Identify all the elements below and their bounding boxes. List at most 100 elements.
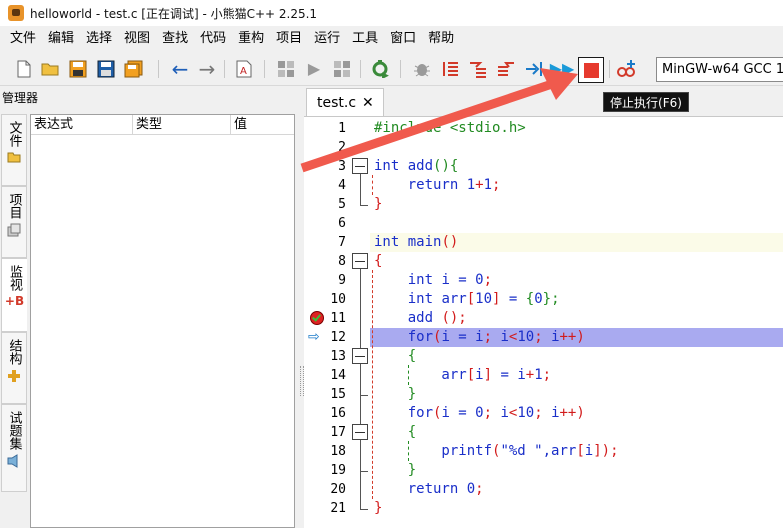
save-all-icon[interactable] [124, 59, 144, 79]
code-line[interactable]: int arr[10] = {0}; [370, 290, 783, 309]
code-line[interactable]: int add(){ [370, 157, 783, 176]
code-token: int [374, 158, 400, 174]
code-line[interactable] [370, 138, 783, 157]
menu-project[interactable]: 项目 [270, 26, 308, 52]
new-file-icon[interactable] [14, 59, 34, 79]
code-line[interactable]: { [370, 252, 783, 271]
code-line[interactable]: { [370, 347, 783, 366]
menu-file[interactable]: 文件 [4, 26, 42, 52]
tab-files[interactable]: 文件 [1, 114, 27, 186]
run-icon[interactable]: ▶ [304, 59, 324, 79]
rebuild-icon[interactable]: ▶ [370, 59, 390, 79]
code-token: i [542, 329, 560, 345]
save-as-icon[interactable] [96, 59, 116, 79]
fold-toggle[interactable] [352, 253, 368, 269]
fold-guide [360, 364, 361, 395]
compiler-select[interactable]: MinGW-w64 GCC 1 [656, 57, 783, 82]
code-editor[interactable]: 1 2 3 4 5 6 7 8 9 10 11 12 13 14 15 16 17 18 19 20 21 ⇨ #incl… [304, 116, 783, 528]
code-token: 0 [458, 481, 476, 497]
tab-watch-label: 监视 [7, 265, 22, 291]
code-token: #include <stdio.h> [374, 120, 526, 136]
menu-edit[interactable]: 编辑 [42, 26, 80, 52]
code-line[interactable]: for(i = i; i<10; i++) [370, 328, 783, 347]
code-line[interactable]: } [370, 461, 783, 480]
menu-tools[interactable]: 工具 [346, 26, 384, 52]
tab-project[interactable]: 项目 [1, 186, 27, 258]
fold-toggle[interactable] [352, 348, 368, 364]
code-line[interactable]: for(i = 0; i<10; i++) [370, 404, 783, 423]
code-line[interactable]: { [370, 423, 783, 442]
code-token: ; [483, 405, 493, 421]
step-out-icon[interactable] [496, 59, 516, 79]
code-line[interactable]: add (); [370, 309, 783, 328]
col-type[interactable]: 类型 [133, 115, 231, 134]
code-line[interactable]: #include <stdio.h> [370, 119, 783, 138]
code-line[interactable]: int i = 0; [370, 271, 783, 290]
continue-icon[interactable]: ▶▶ [550, 59, 575, 79]
code-token: ] [593, 443, 602, 459]
editor-gutter[interactable]: 1 2 3 4 5 6 7 8 9 10 11 12 13 14 15 16 17 18 19 20 21 ⇨ [304, 117, 370, 528]
tab-problem-set[interactable]: 试题集 [1, 404, 27, 492]
code-line[interactable]: printf("%d ",arr[i]); [370, 442, 783, 461]
code-line[interactable]: int main() [370, 233, 783, 252]
code-token: "%d " [500, 443, 543, 459]
code-line[interactable] [370, 214, 783, 233]
open-folder-icon[interactable] [40, 59, 60, 79]
add-watch-icon[interactable] [616, 59, 636, 79]
compile-icon[interactable] [276, 59, 296, 79]
code-line[interactable]: return 0; [370, 480, 783, 499]
compile-run-icon[interactable] [332, 59, 352, 79]
menu-refactor[interactable]: 重构 [232, 26, 270, 52]
menu-select[interactable]: 选择 [80, 26, 118, 52]
code-token: [ [466, 291, 476, 307]
menu-help[interactable]: 帮助 [422, 26, 460, 52]
col-expression[interactable]: 表达式 [31, 115, 133, 134]
debug-icon[interactable] [412, 59, 432, 79]
menu-view[interactable]: 视图 [118, 26, 156, 52]
code-format-icon[interactable]: A [234, 59, 254, 79]
step-over-icon[interactable] [440, 59, 460, 79]
code-line[interactable]: arr[i] = i+1; [370, 366, 783, 385]
code-line[interactable]: } [370, 499, 783, 518]
stop-button[interactable] [578, 57, 604, 83]
line-number: 19 [330, 463, 346, 478]
menu-run[interactable]: 运行 [308, 26, 346, 52]
code-line[interactable]: } [370, 195, 783, 214]
editor-tab[interactable]: test.c ✕ [306, 88, 384, 116]
col-value[interactable]: 值 [231, 115, 294, 134]
tab-structure[interactable]: 结构 [1, 332, 27, 404]
watch-table[interactable]: 表达式 类型 值 [30, 114, 295, 528]
breakpoint-icon[interactable] [310, 311, 324, 325]
code-token: i [492, 329, 509, 345]
tab-watch[interactable]: 监视 +B [1, 258, 27, 332]
line-number: 3 [338, 159, 346, 174]
menu-search[interactable]: 查找 [156, 26, 194, 52]
line-number: 20 [330, 482, 346, 497]
back-arrow-icon[interactable]: ← [170, 59, 190, 79]
line-number: 15 [330, 387, 346, 402]
side-tabs: 文件 项目 监视 +B 结构 试题集 [0, 108, 28, 528]
code-line[interactable]: } [370, 385, 783, 404]
fold-toggle[interactable] [352, 424, 368, 440]
code-area[interactable]: #include <stdio.h> int add(){ return 1+1;… [370, 117, 783, 528]
menu-window[interactable]: 窗口 [384, 26, 422, 52]
fold-toggle[interactable] [352, 158, 368, 174]
line-number: 5 [338, 197, 346, 212]
menu-code[interactable]: 代码 [194, 26, 232, 52]
code-line[interactable]: return 1+1; [370, 176, 783, 195]
close-icon[interactable]: ✕ [362, 95, 374, 111]
fold-guide [360, 174, 361, 205]
code-token: arr [374, 367, 467, 383]
scope-guide [372, 270, 373, 499]
run-to-cursor-icon[interactable] [524, 59, 544, 79]
code-token: main [399, 234, 442, 250]
save-icon[interactable] [68, 59, 88, 79]
code-token: 1 [458, 177, 476, 193]
code-token: () [441, 234, 459, 250]
line-number: 7 [338, 235, 346, 250]
tab-problem-set-label: 试题集 [6, 411, 22, 450]
scope-guide [408, 441, 409, 461]
step-into-icon[interactable] [468, 59, 488, 79]
code-token: i [492, 405, 509, 421]
forward-arrow-icon[interactable]: → [197, 59, 217, 79]
